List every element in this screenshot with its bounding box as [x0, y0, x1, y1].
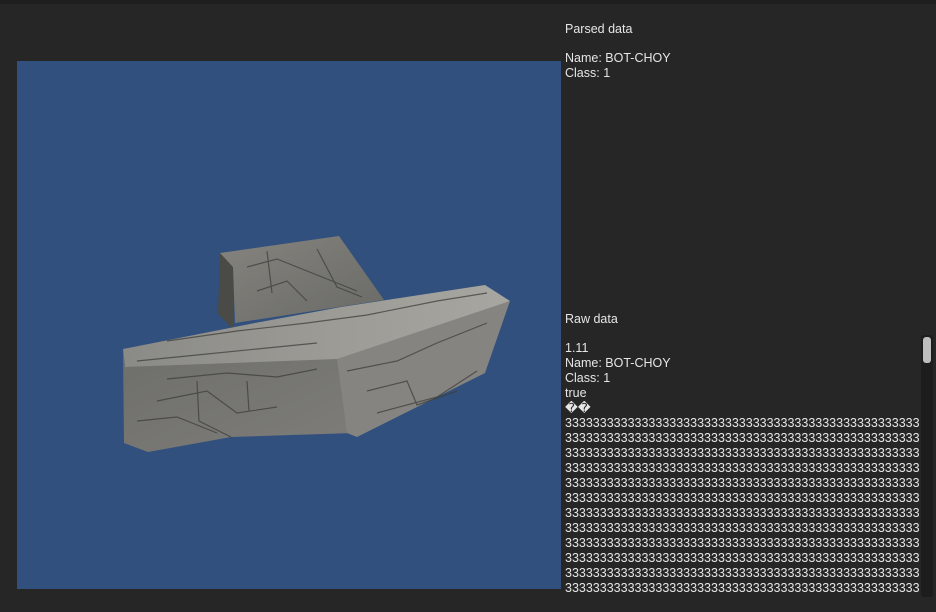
raw-line: true [565, 386, 587, 400]
data-text-panel: Parsed data Name: BOT-CHOY Class: 1 Raw … [565, 0, 920, 612]
raw-digit-row: 3333333333333333333333333333333333333333… [565, 461, 920, 475]
raw-digit-row: 3333333333333333333333333333333333333333… [565, 551, 920, 565]
raw-digit-row: 3333333333333333333333333333333333333333… [565, 431, 920, 445]
textured-3d-model [123, 236, 510, 452]
raw-line: Name: BOT-CHOY [565, 356, 671, 370]
raw-data-text: 1.11 Name: BOT-CHOY Class: 1 true �� 333… [565, 341, 920, 596]
raw-digit-row: 3333333333333333333333333333333333333333… [565, 416, 920, 430]
raw-digit-row: 3333333333333333333333333333333333333333… [565, 506, 920, 520]
parsed-name-value: Name: BOT-CHOY [565, 51, 671, 65]
raw-data-scrollbar[interactable] [921, 335, 933, 597]
model-viewport[interactable] [17, 61, 561, 589]
parsed-data-title: Parsed data [565, 22, 633, 36]
parsed-class-value: Class: 1 [565, 66, 611, 80]
raw-digit-row: 3333333333333333333333333333333333333333… [565, 536, 920, 550]
raw-digit-row: 3333333333333333333333333333333333333333… [565, 521, 920, 535]
raw-digit-row: 3333333333333333333333333333333333333333… [565, 476, 920, 490]
raw-digit-row: 3333333333333333333333333333333333333333… [565, 566, 920, 580]
scrollbar-thumb[interactable] [923, 337, 931, 363]
raw-line: Class: 1 [565, 371, 611, 385]
raw-digit-row: 3333333333333333333333333333333333333333… [565, 446, 920, 460]
raw-line: 1.11 [565, 341, 589, 355]
raw-digit-row: 3333333333333333333333333333333333333333… [565, 581, 920, 595]
raw-line: �� [565, 401, 591, 415]
raw-data-title: Raw data [565, 312, 618, 326]
raw-digit-row: 3333333333333333333333333333333333333333… [565, 491, 920, 505]
